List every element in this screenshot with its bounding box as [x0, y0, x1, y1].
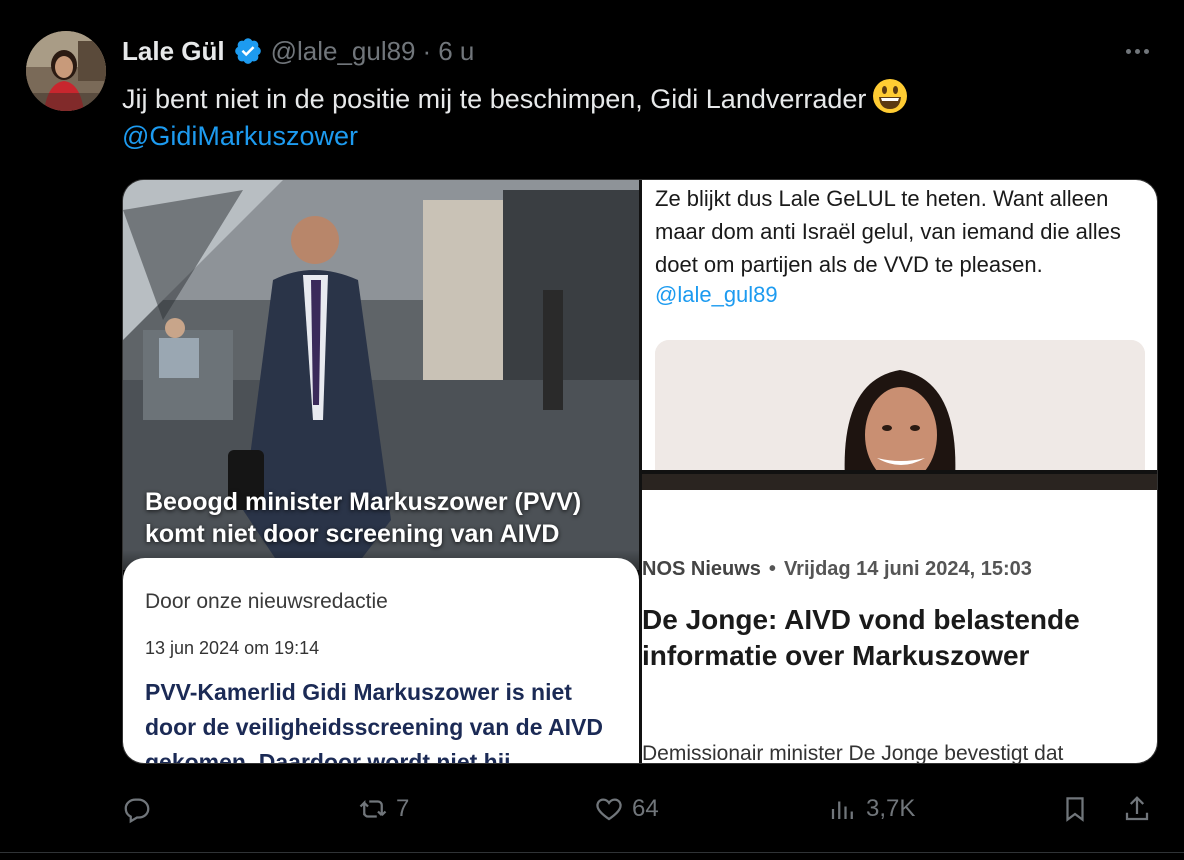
media-grid[interactable]: Beoogd minister Markuszower (PVV) komt n…	[122, 179, 1158, 764]
tweet-text: Jij bent niet in de positie mij te besch…	[122, 78, 908, 119]
action-bar: 7 64 3,7K	[122, 788, 1162, 830]
nos-date: Vrijdag 14 juni 2024, 15:03	[783, 558, 1032, 580]
nos-headline: De Jonge: AIVD vond belastende informati…	[642, 604, 1080, 671]
verified-badge-icon[interactable]	[233, 36, 263, 66]
nos-body: Demissionair minister De Jonge bevestigt…	[642, 742, 1064, 764]
bookmark-button[interactable]	[1060, 788, 1090, 830]
media-right-bottom-screenshot[interactable]: NOS Nieuws • Vrijdag 14 juni 2024, 15:03 D…	[642, 474, 1157, 764]
quoted-post-text: Ze blijkt dus Lale GeLUL te heten. Want …	[655, 186, 1121, 277]
heart-icon	[596, 798, 622, 821]
portrait-photo	[655, 340, 1145, 470]
article-lead: PVV-Kamerlid Gidi Markuszower is niet do…	[145, 679, 603, 764]
views-button[interactable]: 3,7K	[828, 788, 915, 830]
mention-link[interactable]: @GidiMarkuszower	[122, 118, 358, 154]
more-options-icon[interactable]	[1120, 38, 1154, 64]
views-chart-icon	[831, 801, 853, 819]
grinning-face-emoji-icon	[873, 79, 908, 113]
nos-meta: NOS Nieuws • Vrijdag 14 juni 2024, 15:03	[642, 558, 1032, 581]
share-icon	[1125, 796, 1149, 821]
views-count: 3,7K	[866, 795, 916, 822]
author-name[interactable]: Lale Gül	[122, 36, 225, 67]
quoted-post-handle: @lale_gul89	[655, 282, 778, 307]
article-byline: Door onze nieuwsredactie	[145, 590, 388, 613]
author-avatar[interactable]	[26, 31, 106, 111]
media-right-top-screenshot[interactable]: Ze blijkt dus Lale GeLUL te heten. Want …	[642, 180, 1157, 470]
article-date: 13 jun 2024 om 19:14	[145, 638, 320, 658]
nos-source: NOS Nieuws	[642, 558, 761, 580]
nos-bullet: •	[768, 558, 776, 580]
share-button[interactable]	[1122, 788, 1152, 830]
tweet-timestamp[interactable]: 6 u	[438, 36, 474, 67]
like-count: 64	[632, 795, 659, 822]
overlay-headline: Beoogd minister Markuszower (PVV) komt n…	[145, 488, 582, 548]
author-handle[interactable]: @lale_gul89	[271, 36, 416, 67]
article-card: Door onze nieuwsredactie 13 jun 2024 om …	[123, 558, 639, 764]
retweet-button[interactable]: 7	[358, 788, 409, 830]
header-separator: ·	[422, 35, 432, 66]
avatar-image	[26, 31, 106, 111]
photo-strip	[642, 474, 1157, 490]
tweet-body: Jij bent niet in de positie mij te besch…	[122, 84, 867, 114]
bottom-divider	[0, 852, 1184, 853]
bookmark-icon	[1066, 797, 1084, 822]
media-left-screenshot[interactable]: Beoogd minister Markuszower (PVV) komt n…	[123, 180, 639, 764]
reply-button[interactable]	[122, 788, 160, 830]
retweet-count: 7	[396, 795, 410, 822]
reply-icon	[124, 798, 150, 824]
like-button[interactable]: 64	[594, 788, 659, 830]
tweet-header: Lale Gül @lale_gul89 · 6 u	[122, 34, 474, 68]
retweet-icon	[359, 800, 387, 818]
